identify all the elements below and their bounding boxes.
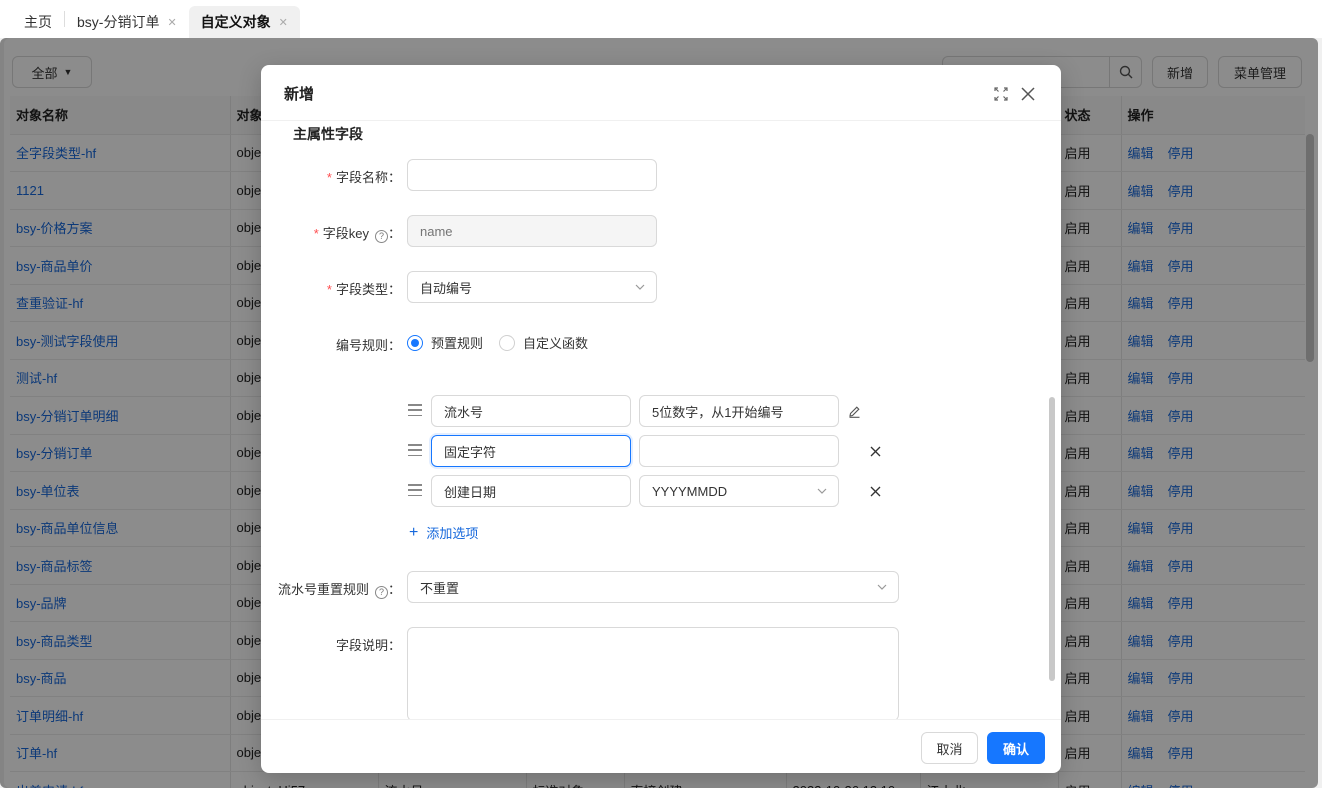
tab-home[interactable]: 主页 <box>12 6 64 38</box>
numbering-rule-label-text: 编号规则 <box>335 338 388 353</box>
radio-label: 自定义函数 <box>523 336 589 351</box>
required-mark: * <box>313 226 319 241</box>
rule-type-value: 固定字符 <box>444 444 497 460</box>
chevron-down-icon <box>817 488 827 494</box>
radio-checked-icon <box>407 334 423 351</box>
description-label-text: 字段说明 <box>335 638 388 653</box>
radio-unchecked-icon <box>499 334 515 351</box>
field-name-label: * 字段名称： <box>326 170 401 185</box>
fullscreen-icon[interactable] <box>990 83 1012 105</box>
add-option-label: 添加选项 <box>426 526 479 541</box>
help-icon[interactable]: ? <box>374 585 388 599</box>
cancel-button[interactable]: 取消 <box>921 732 978 764</box>
numbering-rule-label: 编号规则： <box>335 338 401 353</box>
rule-value-field[interactable] <box>652 443 826 459</box>
description-textarea[interactable] <box>407 627 899 719</box>
add-option-link[interactable]: + 添加选项 <box>409 523 478 542</box>
field-type-value: 自动编号 <box>420 280 473 296</box>
modal-header: 新增 <box>261 65 1061 121</box>
modal-footer: 取消 确认 <box>261 719 1061 773</box>
reset-rule-select[interactable]: 不重置 <box>407 571 899 603</box>
radio-custom-function[interactable]: 自定义函数 <box>499 333 588 352</box>
tab-label: 主页 <box>24 14 52 30</box>
close-icon[interactable]: ✕ <box>167 16 176 29</box>
rule-value-input[interactable]: 5位数字，从1开始编号 <box>639 395 839 427</box>
date-format-select[interactable]: YYYYMMDD <box>639 475 839 507</box>
field-type-label-text: 字段类型 <box>335 282 388 297</box>
add-field-modal: 新增 主属性字段 *字段名称： *字段key?： *字段类型： 自动编号 编号规… <box>261 65 1061 773</box>
tab-label: bsy-分销订单 <box>77 14 160 30</box>
confirm-button[interactable]: 确认 <box>987 732 1045 764</box>
modal-scrollbar[interactable] <box>1049 397 1055 681</box>
help-icon[interactable]: ? <box>374 229 388 243</box>
field-key-label: * 字段key?： <box>313 226 401 243</box>
radio-label: 预置规则 <box>431 336 484 351</box>
modal-title: 新增 <box>284 86 315 103</box>
field-key-wrapper <box>407 215 657 247</box>
tab-distribution-order[interactable]: bsy-分销订单 ✕ <box>65 6 189 38</box>
tab-bar: 主页 bsy-分销订单 ✕ 自定义对象 ✕ <box>0 0 1322 38</box>
field-type-select[interactable]: 自动编号 <box>407 271 657 303</box>
drag-handle-icon[interactable] <box>408 484 422 496</box>
field-name-wrapper <box>407 159 657 191</box>
edit-icon[interactable] <box>846 403 862 419</box>
reset-rule-label: 流水号重置规则?： <box>277 582 401 599</box>
rule-value-input[interactable] <box>639 435 839 467</box>
remove-icon[interactable] <box>867 443 883 459</box>
rule-type-input[interactable]: 固定字符 <box>431 435 631 467</box>
date-format-value: YYYYMMDD <box>652 483 728 499</box>
close-icon[interactable] <box>1017 83 1039 105</box>
drag-handle-icon[interactable] <box>408 444 422 456</box>
remove-icon[interactable] <box>867 483 883 499</box>
reset-rule-value: 不重置 <box>420 580 460 596</box>
reset-rule-label-text: 流水号重置规则 <box>277 582 369 597</box>
field-key-label-text: 字段key <box>322 226 369 241</box>
chevron-down-icon <box>877 584 887 590</box>
plus-icon: + <box>409 523 419 541</box>
required-mark: * <box>326 170 332 185</box>
radio-preset-rule[interactable]: 预置规则 <box>407 333 483 352</box>
close-icon[interactable]: ✕ <box>279 16 288 29</box>
tab-label: 自定义对象 <box>200 14 271 30</box>
field-name-input[interactable] <box>420 167 644 183</box>
drag-handle-icon[interactable] <box>408 404 422 416</box>
rule-type-value: 创建日期 <box>444 484 497 500</box>
field-key-input <box>420 223 644 239</box>
required-mark: * <box>326 282 332 297</box>
modal-body: 主属性字段 *字段名称： *字段key?： *字段类型： 自动编号 编号规则： … <box>261 121 1061 719</box>
rule-value-text: 5位数字，从1开始编号 <box>652 404 784 420</box>
rule-type-input[interactable]: 创建日期 <box>431 475 631 507</box>
tab-custom-object[interactable]: 自定义对象 ✕ <box>188 6 300 38</box>
field-name-label-text: 字段名称 <box>335 170 388 185</box>
rule-type-input[interactable]: 流水号 <box>431 395 631 427</box>
chevron-down-icon <box>635 284 645 290</box>
description-label: 字段说明： <box>335 638 401 653</box>
rule-type-value: 流水号 <box>444 404 484 420</box>
section-title: 主属性字段 <box>293 126 363 142</box>
field-type-label: * 字段类型： <box>326 282 401 297</box>
